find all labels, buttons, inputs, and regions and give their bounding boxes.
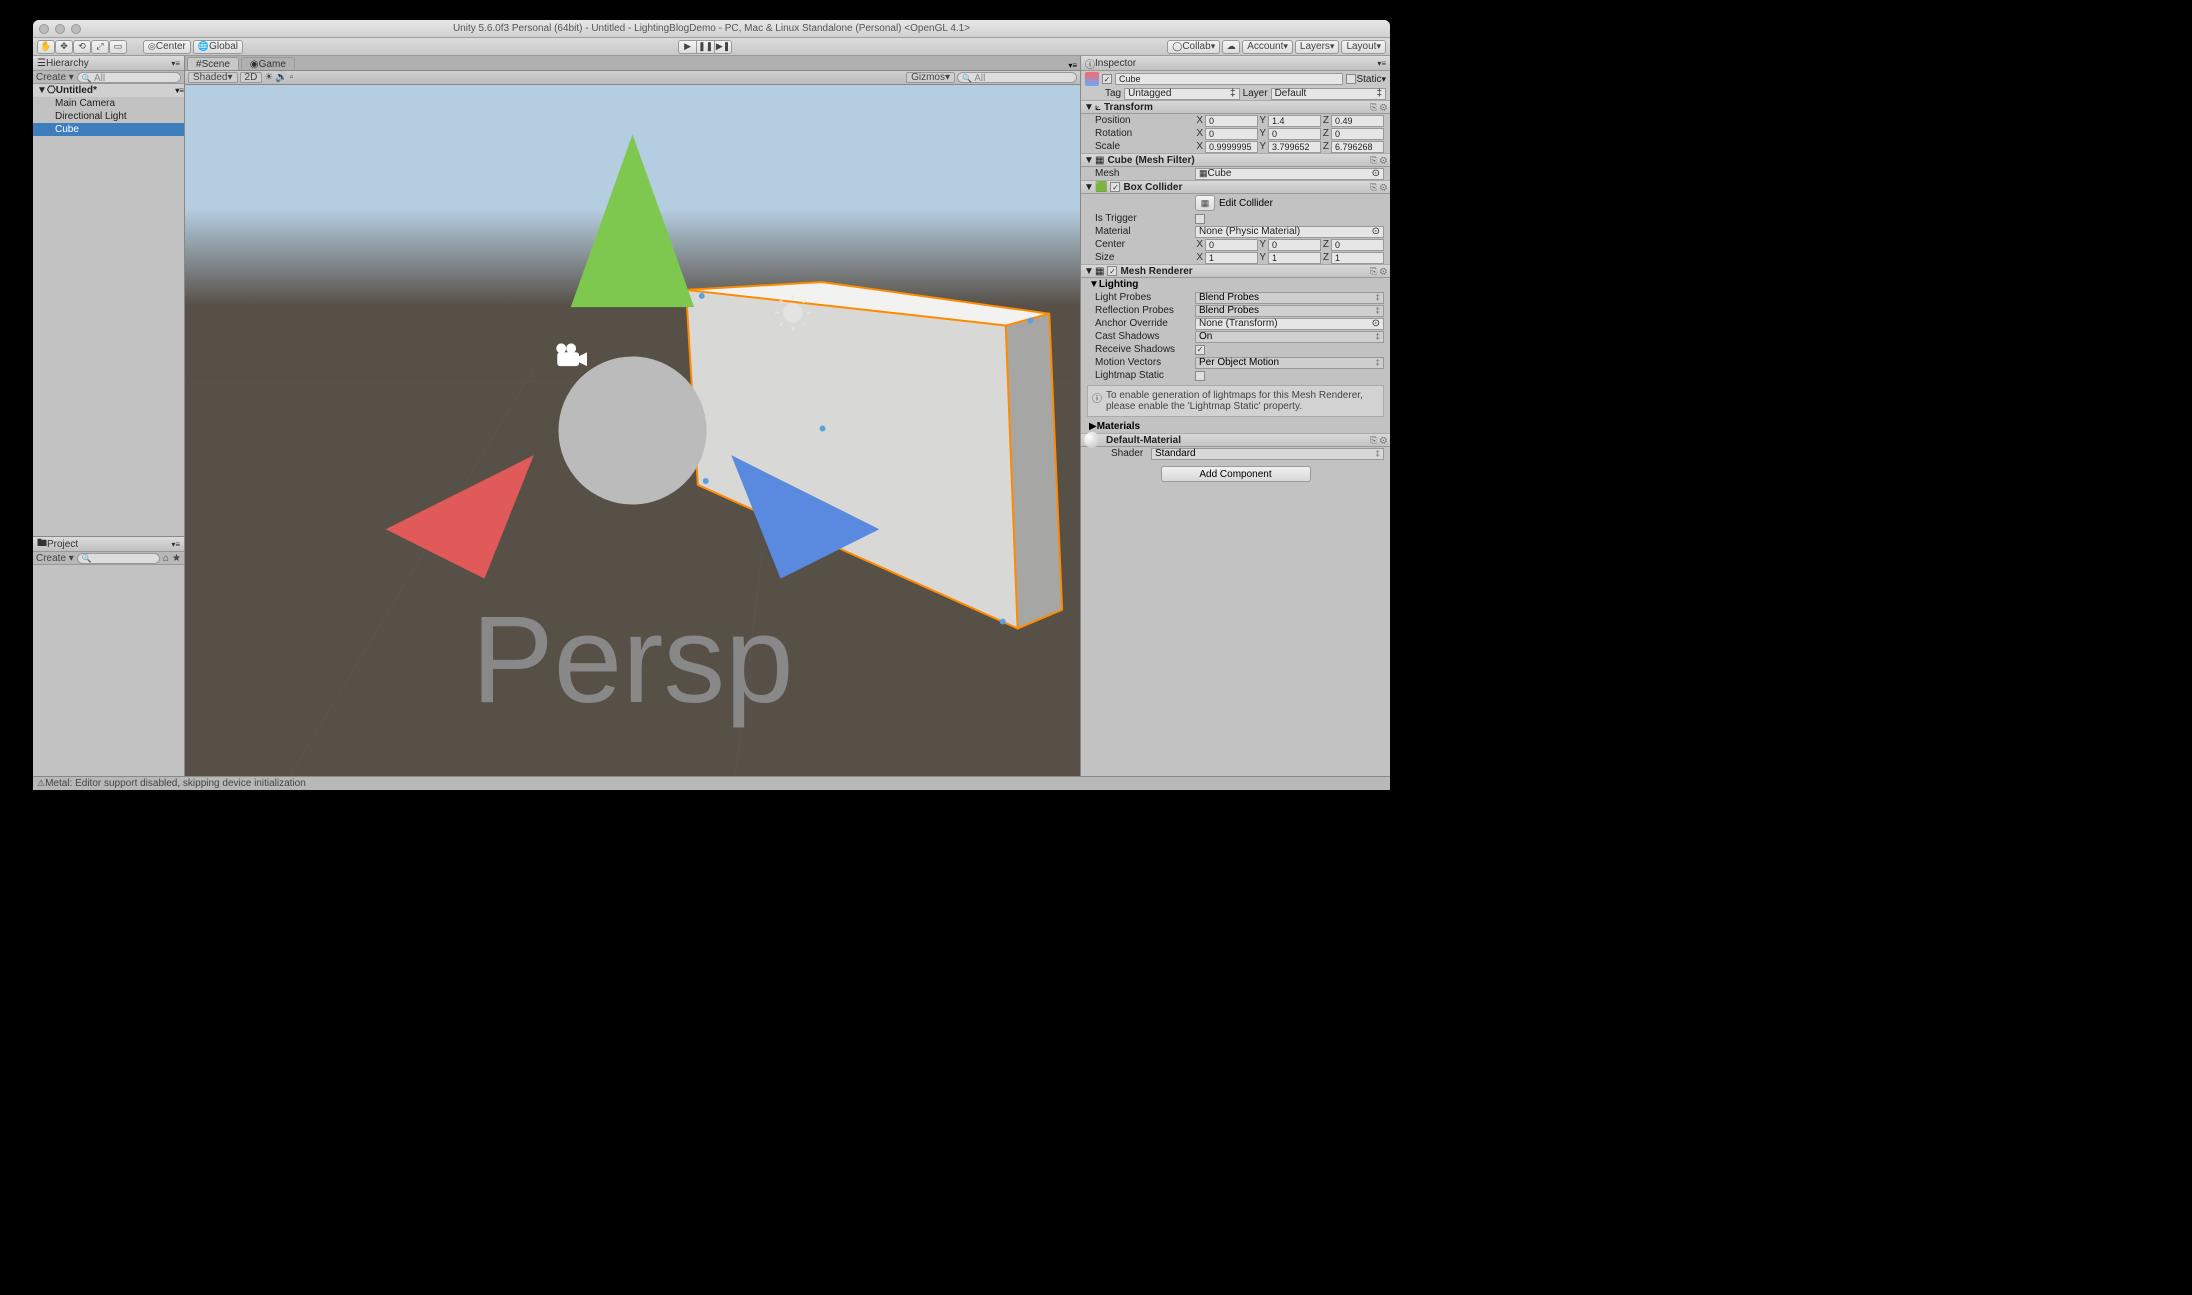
hand-tool-icon[interactable]: ✋ [37,40,55,54]
meshfilter-header[interactable]: ▼▦ Cube (Mesh Filter)⎘ ⚙ [1081,153,1390,167]
hierarchy-item-cube[interactable]: Cube [33,123,184,136]
tab-game[interactable]: ◉ Game [241,57,295,70]
cube-prefab-icon [1085,72,1099,86]
rot-x[interactable]: 0 [1205,128,1258,140]
is-trigger[interactable] [1195,214,1205,224]
hierarchy-tab[interactable]: ☰ Hierarchy▾≡ [33,56,184,71]
scene-search[interactable]: 🔍 All [957,72,1077,83]
orientation-gizmo[interactable]: Persp [185,85,1080,776]
hierarchy-search[interactable]: 🔍 All [77,72,181,83]
window-title: Unity 5.6.0f3 Personal (64bit) - Untitle… [33,23,1390,34]
pos-y[interactable]: 1.4 [1268,115,1321,127]
account-button[interactable]: Account ▾ [1242,40,1293,54]
cast-shadows[interactable]: On [1195,331,1384,343]
step-button[interactable]: ▶❚ [714,40,732,54]
transform-header[interactable]: ▼⟀ Transform⎘ ⚙ [1081,100,1390,114]
audio-icon[interactable]: 🔊 [275,72,287,83]
2d-toggle[interactable]: 2D [240,72,263,83]
scl-z[interactable]: 6.796268 [1331,141,1384,153]
pause-button[interactable]: ❚❚ [696,40,714,54]
fx-icon[interactable]: ▫ [290,72,294,83]
main-toolbar: ✋ ✥ ⟲ ⤢ ▭ ◎ Center 🌐 Global ▶ ❚❚ ▶❚ ◯ Co… [33,38,1390,56]
motion-vectors[interactable]: Per Object Motion [1195,357,1384,369]
scale-tool-icon[interactable]: ⤢ [91,40,109,54]
anchor-override[interactable]: None (Transform)⊙ [1195,318,1384,330]
scene-row[interactable]: ▼⎔ Untitled*▾≡ [33,84,184,97]
edit-collider-button[interactable]: ▦ [1195,195,1215,211]
shade-mode[interactable]: Shaded ▾ [188,72,238,83]
scl-y[interactable]: 3.799652 [1268,141,1321,153]
pos-x[interactable]: 0 [1205,115,1258,127]
material-preview-icon [1084,432,1100,448]
layer-dropdown[interactable]: Default‡ [1271,88,1386,100]
boxcollider-header[interactable]: ▼🟩 ✓ Box Collider⎘ ⚙ [1081,180,1390,194]
gizmos-dropdown[interactable]: Gizmos ▾ [906,72,955,83]
static-checkbox[interactable] [1346,74,1356,84]
rect-tool-icon[interactable]: ▭ [109,40,127,54]
scene-viewport[interactable]: Persp [185,85,1080,776]
tag-dropdown[interactable]: Untagged‡ [1124,88,1239,100]
layout-button[interactable]: Layout ▾ [1341,40,1386,54]
lightmap-info: ⓘTo enable generation of lightmaps for t… [1087,385,1384,417]
add-component-button[interactable]: Add Component [1161,466,1311,482]
titlebar: Unity 5.6.0f3 Personal (64bit) - Untitle… [33,20,1390,38]
shader-dropdown[interactable]: Standard [1151,448,1384,460]
pos-z[interactable]: 0.49 [1331,115,1384,127]
project-search[interactable]: 🔍 [77,553,160,564]
receive-shadows[interactable]: ✓ [1195,345,1205,355]
hierarchy-item-camera[interactable]: Main Camera [33,97,184,110]
favorite-icon[interactable]: ★ [172,553,181,564]
meshrenderer-header[interactable]: ▼▦ ✓ Mesh Renderer⎘ ⚙ [1081,264,1390,278]
lightmap-static[interactable] [1195,371,1205,381]
inspector-tab[interactable]: ⓘ Inspector▾≡ [1081,56,1390,71]
active-checkbox[interactable]: ✓ [1102,74,1112,84]
hierarchy-item-light[interactable]: Directional Light [33,110,184,123]
svg-text:Persp: Persp [471,591,793,729]
space-button[interactable]: 🌐 Global [193,40,243,54]
physic-material[interactable]: None (Physic Material)⊙ [1195,226,1384,238]
rot-y[interactable]: 0 [1268,128,1321,140]
status-bar: ⚠ Metal: Editor support disabled, skippi… [33,776,1390,790]
layers-button[interactable]: Layers ▾ [1295,40,1340,54]
play-button[interactable]: ▶ [678,40,696,54]
mesh-field[interactable]: ▦ Cube⊙ [1195,168,1384,180]
material-header[interactable]: Default-Material⎘ ⚙ [1081,433,1390,447]
pivot-button[interactable]: ◎ Center [143,40,191,54]
scl-x[interactable]: 0.9999995 [1205,141,1258,153]
collab-button[interactable]: ◯ Collab ▾ [1167,40,1220,54]
move-tool-icon[interactable]: ✥ [55,40,73,54]
rotate-tool-icon[interactable]: ⟲ [73,40,91,54]
cloud-icon[interactable]: ☁ [1222,40,1240,54]
light-probes[interactable]: Blend Probes [1195,292,1384,304]
hierarchy-create[interactable]: Create ▾ [36,72,74,83]
project-create[interactable]: Create ▾ [36,553,74,564]
object-name-field[interactable] [1115,73,1343,85]
rot-z[interactable]: 0 [1331,128,1384,140]
refl-probes[interactable]: Blend Probes [1195,305,1384,317]
tab-scene[interactable]: # Scene [187,57,239,70]
light-icon[interactable]: ☀ [264,72,273,83]
project-tab[interactable]: 🖿 Project▾≡ [33,537,184,552]
filter-icon[interactable]: ⌂ [163,553,169,564]
